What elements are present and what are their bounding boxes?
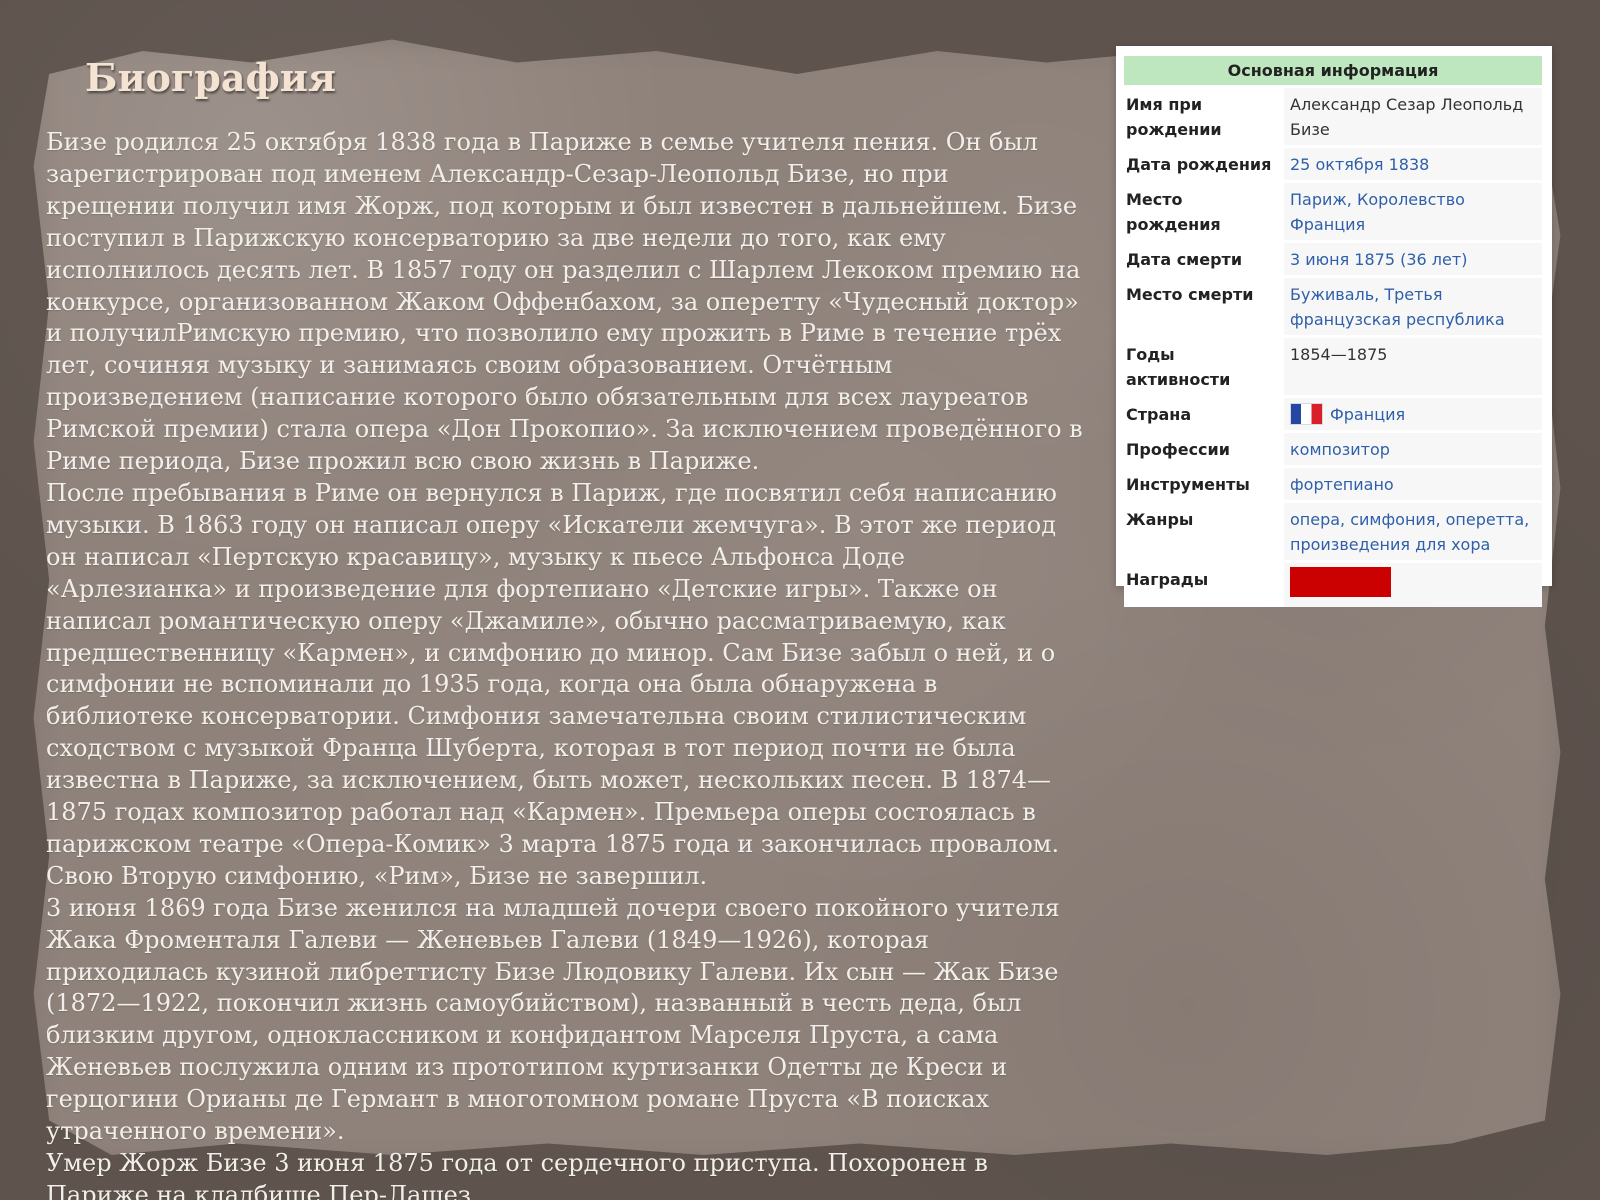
page-title: Биография	[85, 55, 337, 100]
infobox-value-birth-name: Александр Сезар Леопольд Бизе	[1284, 88, 1542, 145]
infobox-label-country: Страна	[1124, 398, 1284, 430]
biography-paragraph-1: Бизе родился 25 октября 1838 года в Пари…	[46, 128, 1083, 476]
infobox-value-death-place-link[interactable]: Буживаль, Третья французская республика	[1284, 278, 1542, 335]
infobox-row-death-place: Место смерти Буживаль, Третья французска…	[1124, 278, 1542, 335]
infobox-value-country: Франция	[1284, 398, 1542, 430]
infobox-value-birth-date-link[interactable]: 25 октября 1838	[1284, 148, 1542, 180]
infobox-row-birth-place: Место рождения Париж, Королевство Франци…	[1124, 183, 1542, 240]
infobox-label-awards: Награды	[1124, 563, 1284, 607]
slide: Биография Бизе родился 25 октября 1838 г…	[0, 0, 1600, 1200]
infobox-value-profession-link[interactable]: композитор	[1284, 433, 1542, 465]
biography-text: Бизе родился 25 октября 1838 года в Пари…	[46, 127, 1084, 1200]
infobox-row-genres: Жанры опера, симфония, оперетта, произве…	[1124, 503, 1542, 560]
biography-paragraph-4: Умер Жорж Бизе 3 июня 1875 года от серде…	[46, 1149, 988, 1200]
infobox-row-instruments: Инструменты фортепиано	[1124, 468, 1542, 500]
infobox-value-genres-link[interactable]: опера, симфония, оперетта, произведения …	[1284, 503, 1542, 560]
infobox-row-awards: Награды	[1124, 563, 1542, 607]
infobox-label-years-active: Годы активности	[1124, 338, 1284, 395]
biography-paragraph-3: 3 июня 1869 года Бизе женился на младшей…	[46, 893, 1060, 1146]
flag-france-icon	[1290, 403, 1323, 425]
infobox-value-awards	[1284, 563, 1542, 607]
infobox-row-country: Страна Франция	[1124, 398, 1542, 430]
infobox: Основная информация Имя при рождении Але…	[1116, 46, 1552, 607]
infobox-label-death-place: Место смерти	[1124, 278, 1284, 335]
infobox-label-genres: Жанры	[1124, 503, 1284, 560]
infobox-row-death-date: Дата смерти 3 июня 1875 (36 лет)	[1124, 243, 1542, 275]
infobox-row-birth-name: Имя при рождении Александр Сезар Леополь…	[1124, 88, 1542, 145]
infobox-label-profession: Профессии	[1124, 433, 1284, 465]
infobox-value-birth-place-link[interactable]: Париж, Королевство Франция	[1284, 183, 1542, 240]
infobox-row-birth-date: Дата рождения 25 октября 1838	[1124, 148, 1542, 180]
infobox-label-birth-date: Дата рождения	[1124, 148, 1284, 180]
country-link[interactable]: Франция	[1330, 405, 1405, 424]
infobox-label-birth-name: Имя при рождении	[1124, 88, 1284, 145]
biography-paragraph-2: После пребывания в Риме он вернулся в Па…	[46, 478, 1060, 890]
infobox-label-death-date: Дата смерти	[1124, 243, 1284, 275]
infobox-value-death-date-link[interactable]: 3 июня 1875 (36 лет)	[1284, 243, 1542, 275]
infobox-label-birth-place: Место рождения	[1124, 183, 1284, 240]
infobox-value-instruments-link[interactable]: фортепиано	[1284, 468, 1542, 500]
infobox-row-profession: Профессии композитор	[1124, 433, 1542, 465]
infobox-label-instruments: Инструменты	[1124, 468, 1284, 500]
infobox-header: Основная информация	[1124, 56, 1542, 85]
infobox-row-years-active: Годы активности 1854—1875	[1124, 338, 1542, 395]
infobox-value-years-active: 1854—1875	[1284, 338, 1542, 395]
award-icon	[1290, 567, 1391, 597]
